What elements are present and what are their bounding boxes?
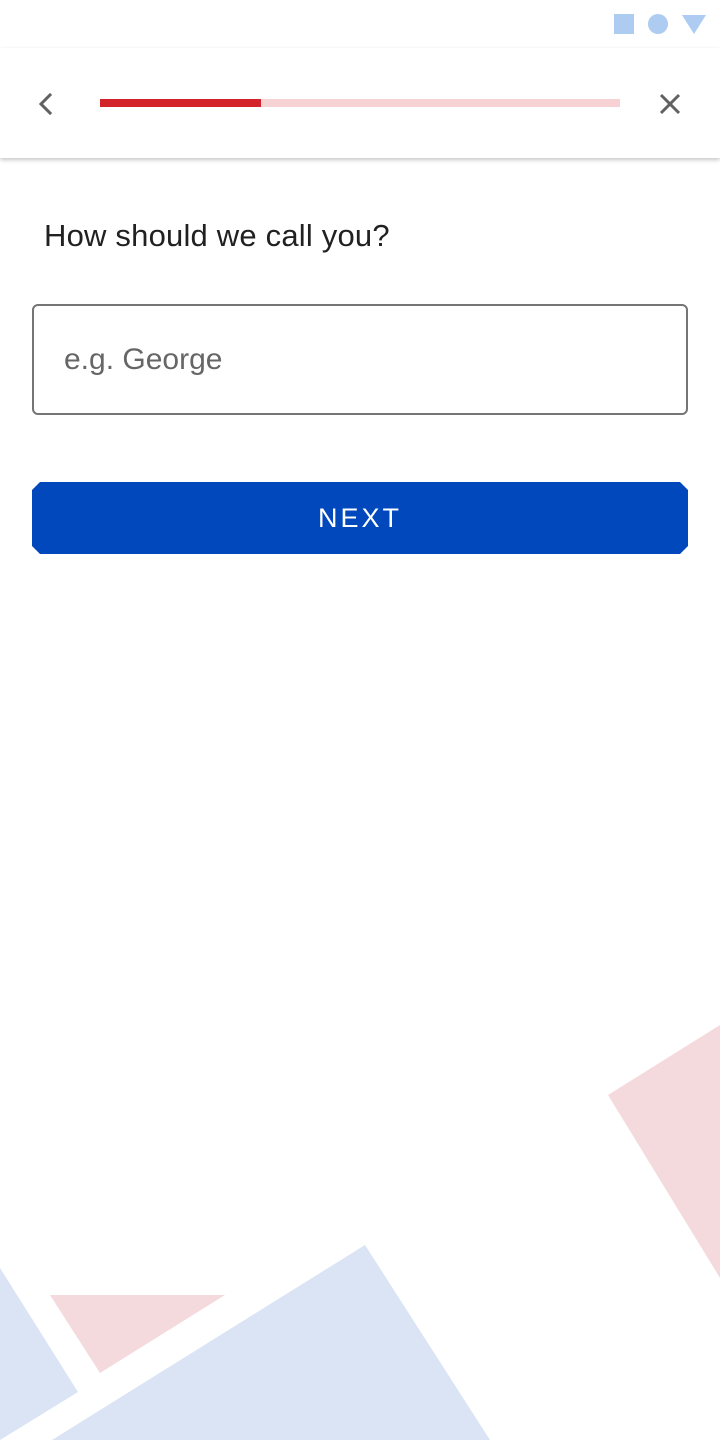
close-button[interactable] — [646, 80, 694, 128]
top-toolbar — [0, 48, 720, 158]
next-button[interactable]: NEXT — [32, 482, 688, 554]
progress-bar-fill — [100, 99, 262, 107]
back-button[interactable] — [22, 80, 70, 128]
onboarding-screen: How should we call you? NEXT — [0, 0, 720, 1440]
status-icons — [614, 14, 706, 34]
progress-bar — [100, 99, 620, 107]
close-icon — [659, 93, 681, 115]
chevron-left-icon — [38, 92, 53, 116]
triangle-icon — [682, 14, 706, 34]
question-heading: How should we call you? — [44, 218, 390, 253]
decor-blue-left-shape — [0, 1268, 78, 1440]
background-decoration — [0, 1025, 720, 1440]
name-input[interactable] — [32, 304, 688, 415]
decor-pink-right-shape — [608, 1025, 720, 1278]
circle-icon — [648, 14, 668, 34]
status-bar — [0, 0, 720, 48]
square-icon — [614, 14, 634, 34]
